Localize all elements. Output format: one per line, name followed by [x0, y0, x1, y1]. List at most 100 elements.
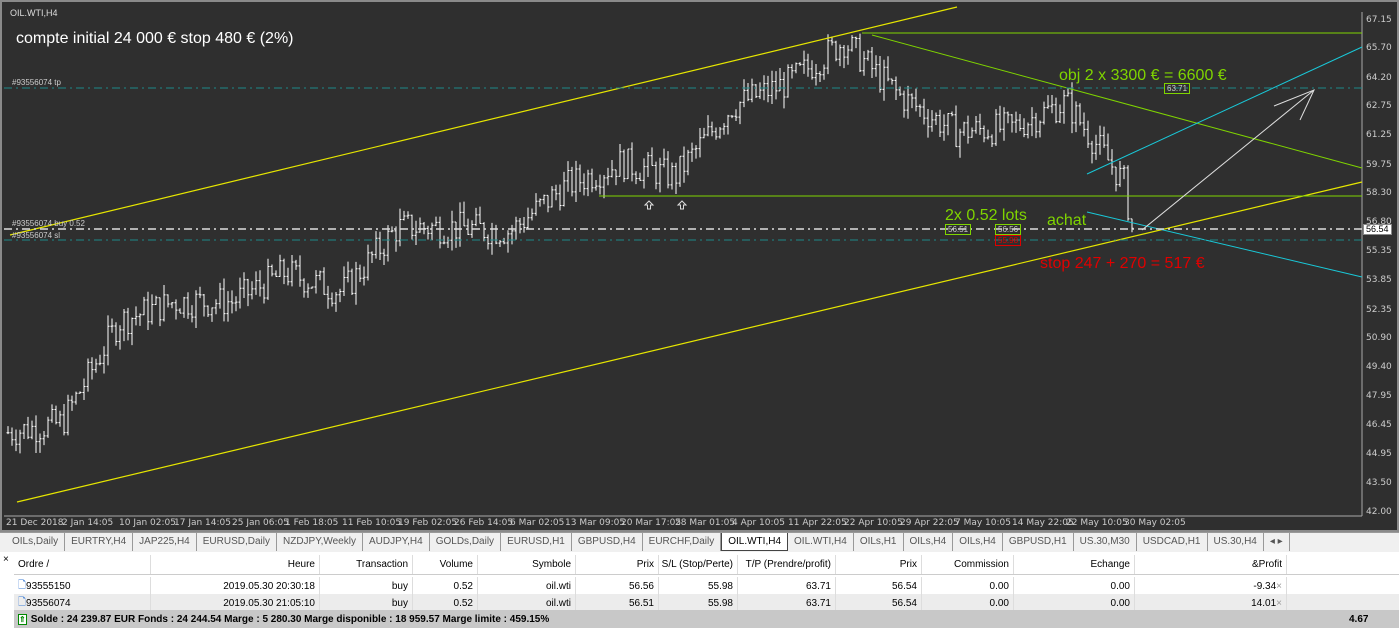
ohlc-bar [418, 217, 422, 233]
price-chart[interactable]: OIL.WTI,H4 compte initial 24 000 € stop … [0, 0, 1399, 532]
tab-chart[interactable]: US.30,M30 [1074, 533, 1137, 551]
ohlc-bar [110, 318, 114, 333]
ohlc-bar [530, 208, 534, 221]
tab-chart[interactable]: OIL.WTI,H4 [721, 533, 789, 551]
ohlc-bar [650, 147, 654, 167]
ohlc-bar [782, 72, 786, 109]
tab-chart[interactable]: OILs,Daily [6, 533, 66, 551]
order-icon: 🗋 [18, 596, 27, 608]
close-order-icon[interactable]: × [1276, 598, 1282, 609]
tab-chart[interactable]: EURUSD,H1 [501, 533, 572, 551]
time-tick: 19 Feb 02:05 [398, 518, 458, 528]
ohlc-bar [634, 171, 638, 185]
ohlc-bar [34, 415, 38, 454]
close-icon[interactable]: × [3, 554, 9, 565]
tab-chart[interactable]: USDCAD,H1 [1137, 533, 1208, 551]
tab-chart[interactable]: OILs,H1 [854, 533, 904, 551]
ohlc-bar [798, 62, 802, 66]
ohlc-bar [1106, 133, 1110, 161]
ohlc-bar [682, 146, 686, 183]
tab-chart[interactable]: OILs,H4 [904, 533, 954, 551]
ohlc-bar [210, 307, 214, 322]
ohlc-bar [1014, 111, 1018, 133]
tab-chart[interactable]: EURCHF,Daily [643, 533, 722, 551]
tab-chart[interactable]: JAP225,H4 [133, 533, 197, 551]
ohlc-bar [1058, 104, 1062, 124]
table-row[interactable]: 🗋 93555150 2019.05.30 20:30:18 buy 0.52 oil.… [14, 577, 1399, 595]
ohlc-bar [710, 121, 714, 137]
cell: Commission [953, 559, 1009, 570]
ohlc-bar [814, 63, 818, 86]
ohlc-bar [330, 292, 334, 307]
ohlc-bar [978, 113, 982, 135]
ohlc-bar [738, 101, 742, 125]
total-profit: 4.67 [1349, 613, 1369, 625]
ohlc-bar [1114, 166, 1118, 192]
tab-chart[interactable]: US.30,H4 [1208, 533, 1264, 551]
tab-chart[interactable]: OIL.WTI,H4 [788, 533, 854, 551]
ohlc-bar [390, 226, 394, 233]
ohlc-bar [334, 292, 338, 312]
ohlc-bars [6, 33, 1134, 454]
time-tick: 17 Jan 14:05 [174, 518, 231, 528]
cell: Heure [287, 559, 315, 570]
ohlc-bar [178, 308, 182, 314]
ohlc-bar [566, 161, 570, 192]
ohlc-bar [1098, 125, 1102, 155]
ohlc-bar [78, 391, 82, 394]
tab-chart[interactable]: AUDJPY,H4 [363, 533, 430, 551]
ohlc-bar [734, 109, 738, 121]
ohlc-bar [518, 218, 522, 234]
ohlc-bar [714, 127, 718, 140]
tab-chart[interactable]: GOLDs,Daily [430, 533, 502, 551]
ohlc-bar [690, 142, 694, 162]
ohlc-bar [942, 114, 946, 141]
cell: buy [391, 597, 408, 609]
ohlc-bar [298, 255, 302, 287]
time-tick: 11 Apr 22:05 [788, 518, 847, 528]
ohlc-bar [534, 193, 538, 216]
ohlc-bar [826, 34, 830, 75]
ohlc-bar [482, 222, 486, 242]
order-icon: 🗋 [18, 579, 27, 591]
ohlc-bar [582, 173, 586, 196]
ohlc-bar [1018, 113, 1022, 132]
price-tick: 46.45 [1366, 419, 1392, 430]
tab-chart[interactable]: EURTRY,H4 [65, 533, 134, 551]
ohlc-bar [378, 231, 382, 260]
ohlc-bar [230, 290, 234, 314]
ohlc-bar [146, 291, 150, 330]
target-arrow [1141, 89, 1315, 231]
ohlc-bar [362, 266, 366, 286]
cell: 0.00 [1110, 580, 1130, 592]
ohlc-bar [1130, 218, 1134, 233]
price-tick: 50.90 [1366, 332, 1392, 343]
cell: 14.01 [1251, 597, 1277, 609]
tab-chart[interactable]: GBPUSD,H4 [572, 533, 643, 551]
tab-chart[interactable]: GBPUSD,H1 [1003, 533, 1074, 551]
close-order-icon[interactable]: × [1276, 581, 1282, 592]
ohlc-bar [998, 105, 1002, 133]
ohlc-bar [266, 258, 270, 300]
ohlc-bar [46, 416, 50, 438]
time-tick: 7 May 10:05 [955, 518, 1011, 528]
ohlc-bar [118, 325, 122, 350]
ohlc-bar [430, 222, 434, 241]
ohlc-bar [1062, 89, 1066, 124]
time-tick: 11 Feb 10:05 [342, 518, 402, 528]
ohlc-bar [1094, 134, 1098, 160]
tab-scroll-arrows[interactable]: ◂ ▸ [1264, 533, 1290, 551]
tab-chart[interactable]: EURUSD,Daily [197, 533, 277, 551]
ohlc-bar [662, 148, 666, 168]
tab-chart[interactable]: OILs,H4 [953, 533, 1003, 551]
ohlc-bar [626, 148, 630, 180]
ohlc-bar [934, 112, 938, 126]
sl-price-box: 55.98 [995, 235, 1022, 246]
cell: 56.51 [628, 597, 654, 609]
ohlc-bar [150, 294, 154, 325]
tab-chart[interactable]: NZDJPY,Weekly [277, 533, 363, 551]
ohlc-bar [1034, 112, 1038, 139]
cell: 0.00 [989, 597, 1009, 609]
ohlc-bar [858, 33, 862, 73]
ohlc-bar [342, 266, 346, 296]
